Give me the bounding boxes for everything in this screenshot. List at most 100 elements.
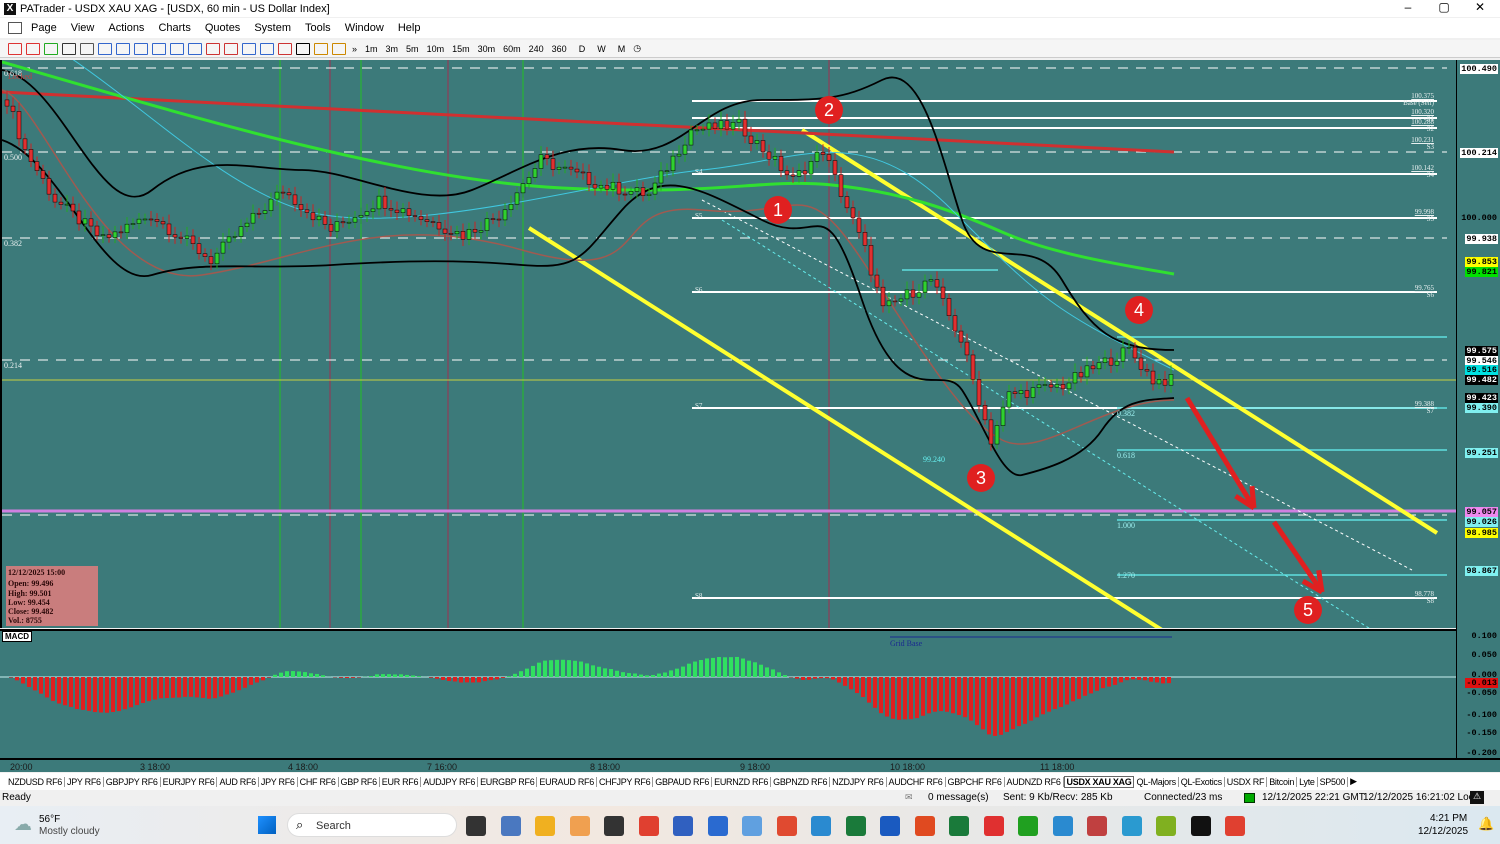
symbol-tab[interactable]: CHFJPY RF6 xyxy=(597,776,654,787)
drawing-tool-icon[interactable] xyxy=(134,42,148,55)
drawing-tool-icon[interactable] xyxy=(206,42,220,55)
taskbar-app-icon[interactable] xyxy=(1225,816,1245,836)
drawing-tool-icon[interactable] xyxy=(80,42,94,55)
symbol-tab[interactable]: AUD RF6 xyxy=(217,776,259,787)
period-D[interactable]: D xyxy=(577,44,588,54)
drawing-tool-icon[interactable] xyxy=(260,42,274,55)
drawing-tool-icon[interactable] xyxy=(26,42,40,55)
timeframe-15m[interactable]: 15m xyxy=(450,44,472,54)
drawing-tool-icon[interactable] xyxy=(98,42,112,55)
taskbar-search[interactable]: ⌕ Search xyxy=(287,813,457,837)
taskbar-app-icon[interactable] xyxy=(466,816,486,836)
menu-actions[interactable]: Actions xyxy=(101,22,151,34)
menu-page[interactable]: Page xyxy=(24,22,64,34)
drawing-tool-icon[interactable] xyxy=(242,42,256,55)
start-icon[interactable] xyxy=(258,816,276,834)
taskbar-app-icon[interactable] xyxy=(535,816,555,836)
symbol-tab[interactable]: JPY RF6 xyxy=(259,776,298,787)
period-W[interactable]: W xyxy=(595,44,608,54)
menu-tools[interactable]: Tools xyxy=(298,22,338,34)
menu-window[interactable]: Window xyxy=(338,22,391,34)
menu-help[interactable]: Help xyxy=(391,22,428,34)
taskbar-app-icon[interactable] xyxy=(1121,816,1142,836)
clock-icon[interactable]: ◷ xyxy=(631,43,643,54)
menu-quotes[interactable]: Quotes xyxy=(198,22,247,34)
timeframe-3m[interactable]: 3m xyxy=(384,44,401,54)
taskbar-app-icon[interactable] xyxy=(1052,816,1073,836)
symbol-tab[interactable]: EURAUD RF6 xyxy=(537,776,597,787)
symbol-tab[interactable]: GBPNZD RF6 xyxy=(771,776,831,787)
symbol-tab[interactable]: QL-Majors xyxy=(1134,776,1179,787)
drawing-tool-icon[interactable] xyxy=(8,42,22,55)
toolbar-more-button[interactable]: » xyxy=(350,44,359,54)
symbol-tab[interactable]: CHF RF6 xyxy=(298,776,339,787)
taskbar-app-icon[interactable] xyxy=(983,816,1004,836)
taskbar-app-icon[interactable] xyxy=(1156,816,1176,836)
taskbar-app-icon[interactable] xyxy=(742,816,762,836)
taskbar-app-icon[interactable] xyxy=(1018,816,1038,836)
symbol-tab[interactable]: EURGBP RF6 xyxy=(478,776,538,787)
status-messages[interactable]: 0 message(s) xyxy=(928,792,989,803)
taskbar-app-icon[interactable] xyxy=(914,816,935,836)
menu-charts[interactable]: Charts xyxy=(151,22,197,34)
time-axis[interactable]: 20:00 3 18:00 4 18:00 7 16:00 8 18:00 9 18:00… xyxy=(0,758,1500,772)
timeframe-5m[interactable]: 5m xyxy=(404,44,421,54)
symbol-tab[interactable]: USDX RF xyxy=(1225,776,1268,787)
drawing-tool-icon[interactable] xyxy=(44,42,58,55)
symbol-tab[interactable]: GBPAUD RF6 xyxy=(653,776,713,787)
timeframe-240[interactable]: 240 xyxy=(527,44,546,54)
period-M[interactable]: M xyxy=(616,44,628,54)
timeframe-1m[interactable]: 1m xyxy=(363,44,380,54)
close-button[interactable]: ✕ xyxy=(1462,0,1498,14)
symbol-tab[interactable]: GBPJPY RF6 xyxy=(104,776,161,787)
drawing-tool-icon[interactable] xyxy=(296,42,310,55)
taskbar-app-icon[interactable] xyxy=(845,816,866,836)
symbol-tab[interactable]: EURNZD RF6 xyxy=(712,776,772,787)
symbol-tab[interactable]: AUDCHF RF6 xyxy=(887,776,946,787)
symbol-tab[interactable]: AUDJPY RF6 xyxy=(421,776,479,787)
drawing-tool-icon[interactable] xyxy=(62,42,76,55)
minimize-button[interactable]: – xyxy=(1390,0,1426,14)
taskbar-app-icon[interactable] xyxy=(604,816,624,836)
symbol-tab[interactable]: GBP RF6 xyxy=(339,776,380,787)
alert-icon[interactable]: ⚠ xyxy=(1470,791,1484,804)
taskbar-app-icon[interactable] xyxy=(500,816,521,836)
taskbar-app-icon[interactable] xyxy=(707,816,728,836)
taskbar-app-icon[interactable] xyxy=(569,816,590,836)
drawing-tool-icon[interactable] xyxy=(188,42,202,55)
symbol-tab[interactable]: Bitcoin xyxy=(1267,776,1298,787)
timeframe-360[interactable]: 360 xyxy=(550,44,569,54)
symbol-tab[interactable]: GBPCHF RF6 xyxy=(946,776,1005,787)
timeframe-60m[interactable]: 60m xyxy=(501,44,523,54)
price-axis[interactable]: 100.490 100.214 100.000 99.938 99.853 99.821 9… xyxy=(1456,60,1500,758)
drawing-tool-icon[interactable] xyxy=(170,42,184,55)
drawing-tool-icon[interactable] xyxy=(116,42,130,55)
maximize-button[interactable]: ▢ xyxy=(1426,0,1462,14)
taskbar-app-icon[interactable] xyxy=(949,816,969,836)
drawing-tool-icon[interactable] xyxy=(314,42,328,55)
timeframe-10m[interactable]: 10m xyxy=(425,44,447,54)
taskbar-app-icon[interactable] xyxy=(1190,816,1211,836)
taskbar-app-icon[interactable] xyxy=(673,816,693,836)
taskbar-app-icon[interactable] xyxy=(776,816,797,836)
drawing-tool-icon[interactable] xyxy=(278,42,292,55)
symbol-tab[interactable]: EUR RF6 xyxy=(380,776,422,787)
symbol-tab[interactable]: AUDNZD RF6 xyxy=(1005,776,1064,787)
symbol-tab[interactable]: SP500 xyxy=(1318,776,1349,787)
chart-canvas[interactable] xyxy=(2,60,1456,628)
symbol-tab[interactable]: EURJPY RF6 xyxy=(161,776,218,787)
symbol-tab[interactable]: JPY RF6 xyxy=(65,776,104,787)
macd-panel[interactable]: MACD Grid Base xyxy=(0,629,1456,758)
timeframe-30m[interactable]: 30m xyxy=(476,44,498,54)
symbol-tab[interactable]: USDX XAU XAG xyxy=(1063,775,1135,788)
price-chart[interactable]: 0.618 0.500 0.382 0.214 Locked 100.375 Base (S… xyxy=(0,60,1456,628)
taskbar-app-icon[interactable] xyxy=(1087,816,1107,836)
symbol-tab[interactable]: NZDJPY RF6 xyxy=(830,776,887,787)
drawing-tool-icon[interactable] xyxy=(152,42,166,55)
symbol-tab[interactable]: Lyte xyxy=(1297,776,1318,787)
taskbar-app-icon[interactable] xyxy=(811,816,831,836)
taskbar-app-icon[interactable] xyxy=(638,816,659,836)
notification-bell-icon[interactable]: 🔔 xyxy=(1478,816,1494,832)
drawing-tool-icon[interactable] xyxy=(224,42,238,55)
symbol-tab[interactable]: NZDUSD RF6 xyxy=(6,776,66,787)
